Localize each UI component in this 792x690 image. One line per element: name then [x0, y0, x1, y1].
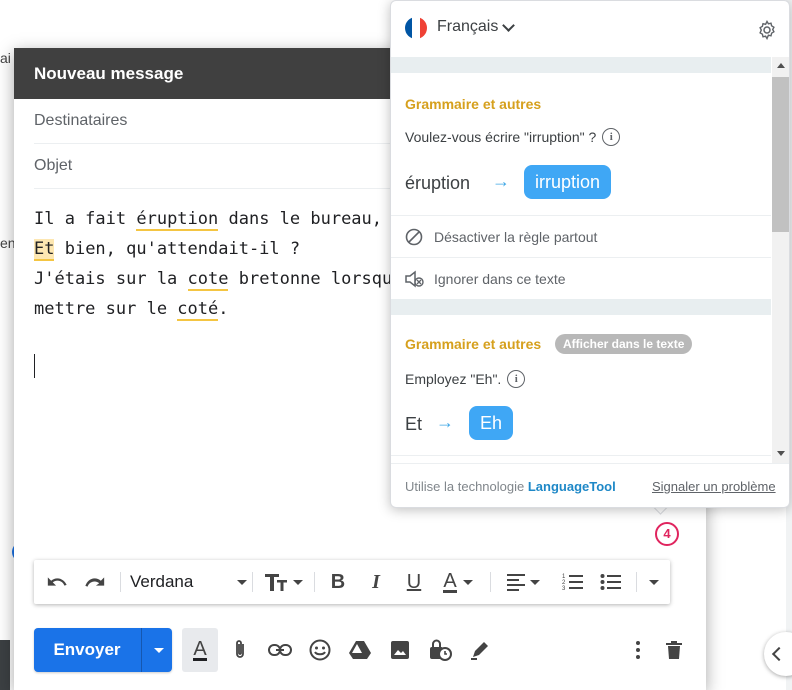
- text-cursor: [34, 354, 35, 378]
- formatting-options-icon[interactable]: A: [182, 628, 218, 672]
- language-label: Français: [437, 18, 499, 35]
- card-category: Grammaire et autres: [405, 96, 542, 112]
- formatting-toolbar: Verdana B I U A 123: [34, 560, 670, 604]
- block-icon: [405, 228, 423, 251]
- chevron-down-icon: [530, 579, 540, 585]
- italic-icon[interactable]: I: [362, 560, 390, 604]
- arrow-right-icon: →: [436, 412, 454, 432]
- languagetool-footer: Utilise la technologie LanguageTool Sign…: [391, 463, 789, 507]
- toolbar-separator: [314, 572, 315, 592]
- scroll-down-icon[interactable]: [777, 451, 785, 456]
- chevron-down-icon: [462, 579, 473, 585]
- languagetool-link[interactable]: LanguageTool: [528, 479, 616, 494]
- svg-text:3: 3: [562, 586, 566, 592]
- more-formatting-icon[interactable]: [642, 560, 666, 604]
- insert-photo-icon[interactable]: [382, 628, 418, 672]
- gear-icon[interactable]: [757, 20, 777, 45]
- languagetool-popup: Français Grammaire et autres Voulez-vous…: [390, 0, 790, 508]
- card-message: Employez "Eh". i: [405, 370, 526, 388]
- align-icon[interactable]: [500, 560, 546, 604]
- report-problem-link[interactable]: Signaler un problème: [652, 479, 776, 494]
- suggestion-button[interactable]: Eh: [469, 406, 514, 440]
- underline-icon[interactable]: U: [400, 560, 428, 604]
- ignore-in-text-button[interactable]: Ignorer dans ce texte: [391, 257, 771, 300]
- chevron-down-icon: [154, 647, 164, 653]
- subject-placeholder: Objet: [34, 157, 73, 174]
- chevron-down-icon: [293, 579, 303, 585]
- scroll-up-icon[interactable]: [777, 63, 785, 68]
- chevron-down-icon: [649, 579, 659, 585]
- ignore-icon: [405, 270, 425, 293]
- font-family-value: Verdana: [130, 572, 194, 591]
- body-text-run: bien, qu'attendait-il ?: [54, 239, 301, 259]
- french-flag-icon: [405, 17, 427, 39]
- compose-title: Nouveau message: [34, 64, 184, 83]
- scrollbar-thumb[interactable]: [772, 77, 789, 232]
- grammar-error-underline[interactable]: cote: [187, 269, 229, 291]
- font-size-icon[interactable]: [260, 560, 306, 604]
- languagetool-issue-count-badge[interactable]: 4: [655, 522, 679, 546]
- background-dark-corner: [0, 640, 10, 690]
- discard-draft-icon[interactable]: [656, 628, 692, 672]
- show-in-text-button[interactable]: Afficher dans le texte: [555, 334, 693, 354]
- more-options-icon[interactable]: [620, 628, 656, 672]
- bold-icon[interactable]: B: [324, 560, 352, 604]
- original-word: Et: [405, 414, 423, 434]
- disable-rule-button[interactable]: Désactiver la règle partout: [391, 215, 771, 258]
- original-word: éruption: [405, 173, 471, 193]
- powered-by: Utilise la technologie LanguageTool: [405, 479, 616, 494]
- body-text-run: .: [218, 299, 229, 319]
- emoji-icon[interactable]: [302, 628, 338, 672]
- grammar-error-underline[interactable]: éruption: [136, 209, 219, 231]
- arrow-right-icon: →: [492, 171, 510, 191]
- body-text-run: bretonne lorsque: [228, 269, 403, 289]
- suggestions-list[interactable]: Grammaire et autres Voulez-vous écrire "…: [391, 57, 789, 463]
- chevron-down-icon: [237, 579, 248, 585]
- insert-link-icon[interactable]: [262, 628, 298, 672]
- card-question: Voulez-vous écrire "irruption" ?: [405, 129, 597, 145]
- toolbar-separator: [252, 572, 253, 592]
- language-selector[interactable]: Français: [437, 18, 516, 36]
- body-text-run: mettre sur le: [34, 299, 178, 319]
- send-label: Envoyer: [53, 640, 121, 659]
- card-question: Employez "Eh".: [405, 371, 502, 387]
- body-text-run: Il a fait: [34, 209, 137, 229]
- toolbar-separator: [636, 572, 637, 592]
- font-family-select[interactable]: Verdana: [130, 560, 248, 604]
- numbered-list-icon[interactable]: 123: [558, 560, 588, 604]
- grammar-error-underline[interactable]: coté: [177, 299, 219, 321]
- card-separator: [391, 57, 771, 73]
- signature-icon[interactable]: [462, 628, 498, 672]
- background-text-fragment: ai: [0, 50, 11, 66]
- send-button[interactable]: Envoyer: [34, 628, 172, 672]
- attach-file-icon[interactable]: [222, 628, 258, 672]
- info-icon[interactable]: i: [507, 370, 526, 388]
- card-message: Voulez-vous écrire "irruption" ? i: [405, 128, 621, 146]
- languagetool-header: Français: [391, 1, 789, 57]
- confidential-mode-icon[interactable]: [422, 628, 458, 672]
- redo-icon[interactable]: [80, 560, 110, 604]
- google-drive-icon[interactable]: [342, 628, 378, 672]
- disable-rule-label: Désactiver la règle partout: [434, 229, 598, 245]
- chevron-down-icon: [502, 18, 516, 32]
- schedule-send-dropdown[interactable]: [146, 628, 172, 672]
- chevron-left-icon: [771, 646, 787, 662]
- bulleted-list-icon[interactable]: [596, 560, 626, 604]
- ignore-label: Ignorer dans ce texte: [434, 271, 566, 287]
- card-separator: [391, 299, 771, 315]
- undo-icon[interactable]: [42, 560, 72, 604]
- toolbar-separator: [490, 572, 491, 592]
- body-text-run: J'étais sur la: [34, 269, 188, 289]
- recipients-placeholder: Destinataires: [34, 112, 128, 129]
- card-divider: [391, 455, 771, 463]
- suggestion-button[interactable]: irruption: [524, 165, 612, 199]
- send-divider: [141, 628, 142, 672]
- grammar-error-highlight[interactable]: Et: [34, 239, 55, 261]
- text-color-icon[interactable]: A: [438, 560, 478, 604]
- card-category: Grammaire et autres: [405, 336, 542, 352]
- powered-by-prefix: Utilise la technologie: [405, 479, 528, 494]
- info-icon[interactable]: i: [602, 128, 621, 146]
- toolbar-separator: [120, 572, 121, 592]
- side-panel-toggle[interactable]: [764, 632, 792, 676]
